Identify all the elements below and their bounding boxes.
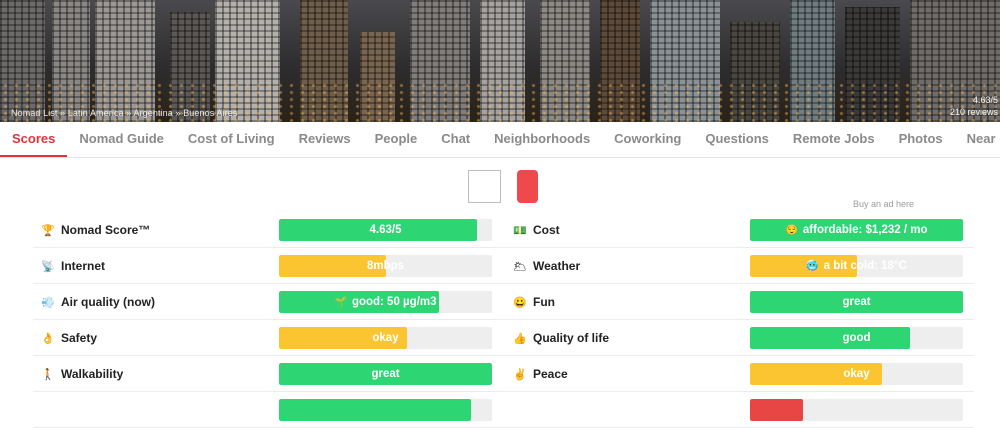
- section-tabs: Scores Nomad Guide Cost of Living Reviews Pe…: [0, 122, 1000, 158]
- score-label: 😀 Fun: [513, 284, 555, 320]
- tab-people[interactable]: People: [363, 122, 430, 157]
- air-icon: 💨: [41, 296, 55, 309]
- score-row: 🏆 Nomad Score™ 4.63/5 💵 Cost 😌 affordable: $1,…: [33, 212, 974, 248]
- scores-grid: 🏆 Nomad Score™ 4.63/5 💵 Cost 😌 affordable: $1,…: [33, 212, 974, 428]
- score-value-text: 4.63/5: [369, 224, 402, 236]
- score-label-text: Air quality (now): [61, 295, 155, 309]
- tab-coworking[interactable]: Coworking: [602, 122, 693, 157]
- score-value: good: [750, 327, 963, 349]
- score-bar[interactable]: 🌱 good: 50 µg/m3: [279, 291, 492, 313]
- score-bar[interactable]: okay: [279, 327, 492, 349]
- score-value: 8mbps: [279, 255, 492, 277]
- score-value: great: [750, 291, 963, 313]
- value-emoji-icon: 😌: [785, 224, 798, 236]
- score-row: 📡 Internet 8mbps 🌥 Weather 🥶 a bit cold: 18°C: [33, 248, 974, 284]
- score-label: [41, 392, 61, 428]
- tab-scores[interactable]: Scores: [0, 122, 68, 157]
- score-value-text: okay: [843, 368, 870, 380]
- smile-icon: 😀: [513, 296, 527, 309]
- thumbs-up-icon: 👍: [513, 332, 527, 345]
- score-value: [279, 399, 492, 421]
- score-row: 👌 Safety okay 👍 Quality of life good: [33, 320, 974, 356]
- value-emoji-icon: 🌱: [334, 296, 347, 308]
- value-emoji-icon: 🥶: [806, 260, 819, 272]
- tab-photos[interactable]: Photos: [887, 122, 955, 157]
- score-label: 📡 Internet: [41, 248, 105, 284]
- rating-summary[interactable]: 4.63/5 210 reviews: [950, 94, 998, 118]
- score-label-text: Peace: [533, 367, 568, 381]
- trophy-icon: 🏆: [41, 224, 55, 237]
- score-value: great: [279, 363, 492, 385]
- score-value-text: affordable: $1,232 / mo: [802, 224, 928, 236]
- tab-remote-jobs[interactable]: Remote Jobs: [781, 122, 887, 157]
- score-bar[interactable]: great: [279, 363, 492, 385]
- score-bar[interactable]: [750, 399, 963, 421]
- tab-neighborhoods[interactable]: Neighborhoods: [482, 122, 602, 157]
- score-bar[interactable]: good: [750, 327, 963, 349]
- score-value: okay: [279, 327, 492, 349]
- score-bar[interactable]: great: [750, 291, 963, 313]
- score-label-text: Cost: [533, 223, 560, 237]
- score-value-text: 8mbps: [366, 260, 405, 272]
- tab-nomad-guide[interactable]: Nomad Guide: [67, 122, 176, 157]
- score-value-text: great: [371, 368, 400, 380]
- score-label-text: Nomad Score™: [61, 223, 151, 237]
- score-value: [750, 399, 963, 421]
- buy-ad-link[interactable]: Buy an ad here: [853, 199, 914, 209]
- peace-icon: ✌: [513, 368, 527, 381]
- tab-reviews[interactable]: Reviews: [287, 122, 363, 157]
- score-label: [513, 392, 533, 428]
- score-label: 👌 Safety: [41, 320, 97, 356]
- score-value-text: good: [842, 332, 871, 344]
- score-label-text: Safety: [61, 331, 98, 345]
- score-label: 🏆 Nomad Score™: [41, 212, 150, 248]
- score-row: 🚶 Walkability great ✌ Peace okay: [33, 356, 974, 392]
- money-icon: 💵: [513, 224, 527, 237]
- score-value-text: good: 50 µg/m3: [351, 296, 437, 308]
- score-label: 🚶 Walkability: [41, 356, 123, 392]
- tab-near[interactable]: Near: [955, 122, 1000, 157]
- score-value-text: great: [842, 296, 871, 308]
- score-value: 🥶 a bit cold: 18°C: [750, 255, 963, 277]
- city-hero-banner: Nomad List » Latin America » Argentina »…: [0, 0, 1000, 122]
- score-label: 👍 Quality of life: [513, 320, 609, 356]
- score-value-text: okay: [372, 332, 399, 344]
- ad-red-badge[interactable]: [517, 170, 538, 203]
- score-label-text: Fun: [533, 295, 555, 309]
- ok-hand-icon: 👌: [41, 332, 55, 345]
- score-label-text: Weather: [533, 259, 581, 273]
- tab-cost-of-living[interactable]: Cost of Living: [176, 122, 287, 157]
- review-count: 210 reviews: [949, 107, 998, 117]
- score-value: okay: [750, 363, 963, 385]
- satellite-icon: 📡: [41, 260, 55, 273]
- score-row: 💨 Air quality (now) 🌱 good: 50 µg/m3 😀 Fun gre…: [33, 284, 974, 320]
- tab-chat[interactable]: Chat: [429, 122, 482, 157]
- score-label: 🌥 Weather: [513, 248, 580, 284]
- score-row: [33, 392, 974, 428]
- score-label-text: Walkability: [61, 367, 124, 381]
- score-label-text: Quality of life: [533, 331, 610, 345]
- score-label: 💨 Air quality (now): [41, 284, 155, 320]
- score-bar[interactable]: 4.63/5: [279, 219, 492, 241]
- score-value: 😌 affordable: $1,232 / mo: [750, 219, 963, 241]
- tab-questions[interactable]: Questions: [693, 122, 781, 157]
- score-bar[interactable]: 😌 affordable: $1,232 / mo: [750, 219, 963, 241]
- score-value-text: a bit cold: 18°C: [823, 260, 907, 272]
- cloud-icon: 🌥: [513, 260, 527, 273]
- score-bar[interactable]: [279, 399, 492, 421]
- score-bar[interactable]: okay: [750, 363, 963, 385]
- score-label: ✌ Peace: [513, 356, 568, 392]
- walking-icon: 🚶: [41, 368, 55, 381]
- score-value: 🌱 good: 50 µg/m3: [279, 291, 492, 313]
- rating-value: 4.63/5: [972, 95, 998, 105]
- breadcrumb[interactable]: Nomad List » Latin America » Argentina »…: [11, 108, 237, 118]
- ad-image-placeholder[interactable]: [468, 170, 501, 203]
- score-value: 4.63/5: [279, 219, 492, 241]
- score-label-text: Internet: [61, 259, 106, 273]
- score-bar[interactable]: 8mbps: [279, 255, 492, 277]
- ad-slot: Buy an ad here: [0, 158, 1000, 214]
- score-label: 💵 Cost: [513, 212, 560, 248]
- score-bar[interactable]: 🥶 a bit cold: 18°C: [750, 255, 963, 277]
